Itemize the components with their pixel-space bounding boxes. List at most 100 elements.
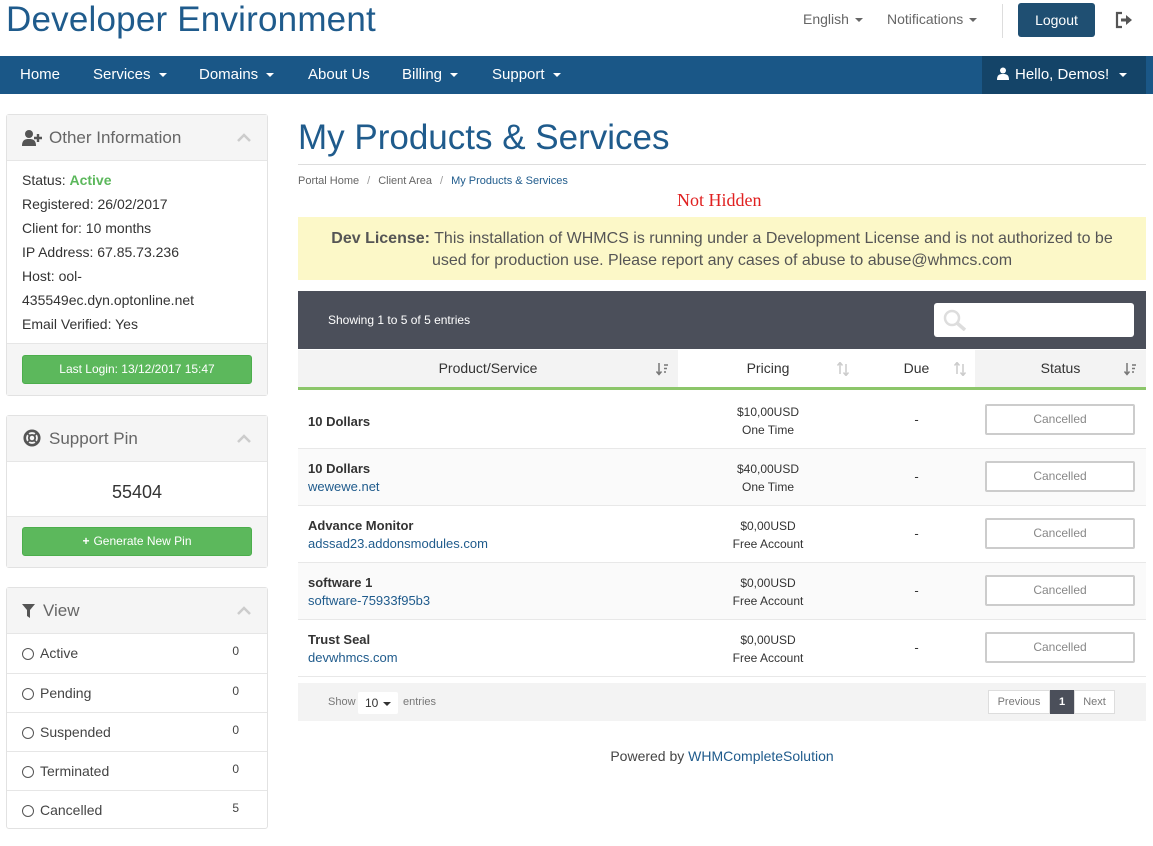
not-hidden-notice: Not Hidden [677,190,762,210]
nav-billing[interactable]: Billing [402,56,459,94]
chevron-down-icon [552,73,561,78]
billing-cycle: Free Account [732,594,804,608]
logout-button[interactable]: Logout [1018,3,1095,37]
user-menu[interactable]: Hello, Demos! [982,56,1146,94]
breadcrumb-separator: / [440,175,444,187]
last-login-button[interactable]: Last Login: 13/12/2017 15:47 [22,355,252,384]
next-page-button[interactable]: Next [1074,690,1115,714]
breadcrumb-separator: / [367,175,371,187]
entries-length-select[interactable]: 10 [358,692,398,714]
price-amount: $10,00USD [736,405,800,419]
table-row[interactable]: 10 Dollars wewewe.net $40,00USD One Time … [298,449,1146,506]
price-amount: $0,00USD [740,576,796,590]
nav-support[interactable]: Support [492,56,561,94]
status-badge: Cancelled [985,461,1135,492]
current-page-button[interactable]: 1 [1050,690,1074,714]
status-line: Status: Active [22,172,112,188]
notifications-dropdown[interactable]: Notifications [887,11,978,27]
table-row[interactable]: Advance Monitor adssad23.addonsmodules.c… [298,506,1146,563]
generate-pin-button[interactable]: + Generate New Pin [22,527,252,556]
page-title: My Products & Services [298,118,670,157]
filter-suspended[interactable]: Suspended 0 [7,712,267,751]
breadcrumb-client-area[interactable]: Client Area [378,175,432,187]
filter-icon [22,604,35,618]
chevron-up-icon[interactable] [237,433,251,443]
search-icon [943,309,967,331]
panel-title: Support Pin [49,429,138,448]
powered-by: Powered by WHMCompleteSolution [298,748,1146,764]
nav-support-label: Support [492,66,545,83]
billing-cycle: Free Account [732,537,804,551]
filter-pending[interactable]: Pending 0 [7,673,267,712]
user-icon [997,67,1009,80]
panel-title: View [43,601,80,620]
price-amount: $40,00USD [736,462,800,476]
breadcrumb-portal-home[interactable]: Portal Home [298,175,359,187]
status-badge: Cancelled [985,575,1135,606]
filter-terminated[interactable]: Terminated 0 [7,751,267,790]
filter-label: Suspended [40,724,111,740]
nav-services[interactable]: Services [93,56,167,94]
product-domain-link[interactable]: software-75933f95b3 [308,593,430,608]
filter-cancelled[interactable]: Cancelled 5 [7,790,267,829]
table-row[interactable]: software 1 software-75933f95b3 $0,00USD F… [298,563,1146,620]
site-brand[interactable]: Developer Environment [6,0,376,40]
filter-count: 0 [232,723,239,737]
table-toolbar: Showing 1 to 5 of 5 entries [298,291,1146,349]
status-value: Active [69,172,112,188]
nav-services-label: Services [93,66,151,83]
whmcs-link[interactable]: WHMCompleteSolution [688,748,834,764]
panel-header[interactable]: View [7,588,267,634]
table-row[interactable]: 10 Dollars $10,00USD One Time - Cancelled [298,392,1146,449]
pricing-cell: $0,00USD Free Account [678,517,858,553]
chevron-down-icon [450,73,459,78]
table-search-input[interactable] [934,303,1134,337]
pricing-cell: $0,00USD Free Account [678,631,858,667]
entries-label: entries [403,696,437,708]
radio-icon [22,688,34,700]
nav-about-us[interactable]: About Us [308,56,370,94]
price-amount: $0,00USD [740,633,796,647]
product-domain-link[interactable]: wewewe.net [308,479,380,494]
product-name: software 1 [308,575,373,590]
table-row[interactable]: Trust Seal devwhmcs.com $0,00USD Free Acc… [298,620,1146,677]
chevron-up-icon[interactable] [237,132,251,142]
col-product-service[interactable]: Product/Service [298,350,678,390]
panel-header[interactable]: Support Pin [7,416,267,462]
radio-icon [22,805,34,817]
chevron-up-icon[interactable] [237,605,251,615]
column-label: Pricing [746,360,790,376]
due-cell: - [914,412,919,427]
col-pricing[interactable]: Pricing [678,350,858,390]
product-domain-link[interactable]: adssad23.addonsmodules.com [308,536,488,551]
product-domain-link[interactable]: devwhmcs.com [308,650,398,665]
product-name: 10 Dollars [308,414,371,429]
sort-icon [1124,363,1136,376]
sort-icon [656,363,668,376]
nav-home[interactable]: Home [20,56,60,94]
ip-address-line: IP Address: 67.85.73.236 [22,244,179,260]
pricing-cell: $0,00USD Free Account [678,574,858,610]
filter-label: Pending [40,685,92,701]
view-filter-panel: View Active 0 Pending 0 Suspended 0 Term… [6,587,268,829]
filter-count: 5 [232,801,239,815]
radio-icon [22,727,34,739]
language-dropdown[interactable]: English [803,11,863,27]
filter-active[interactable]: Active 0 [7,634,267,673]
previous-page-button[interactable]: Previous [988,690,1050,714]
panel-header[interactable]: Other Information [7,115,267,161]
billing-cycle: Free Account [732,651,804,665]
col-due[interactable]: Due [858,350,975,390]
life-ring-icon [23,429,41,447]
nav-home-label: Home [20,66,61,83]
table-footer: Show 10 entries Previous 1 Next [298,683,1146,721]
chevron-down-icon [158,73,167,78]
alert-label: Dev License: [331,230,430,247]
col-status[interactable]: Status [975,350,1146,390]
column-label: Product/Service [438,360,538,376]
showing-entries: Showing 1 to 5 of 5 entries [328,313,471,327]
chevron-down-icon [1119,73,1128,78]
sort-icon [836,362,850,376]
sign-out-icon[interactable] [1114,10,1134,30]
nav-domains[interactable]: Domains [199,56,275,94]
